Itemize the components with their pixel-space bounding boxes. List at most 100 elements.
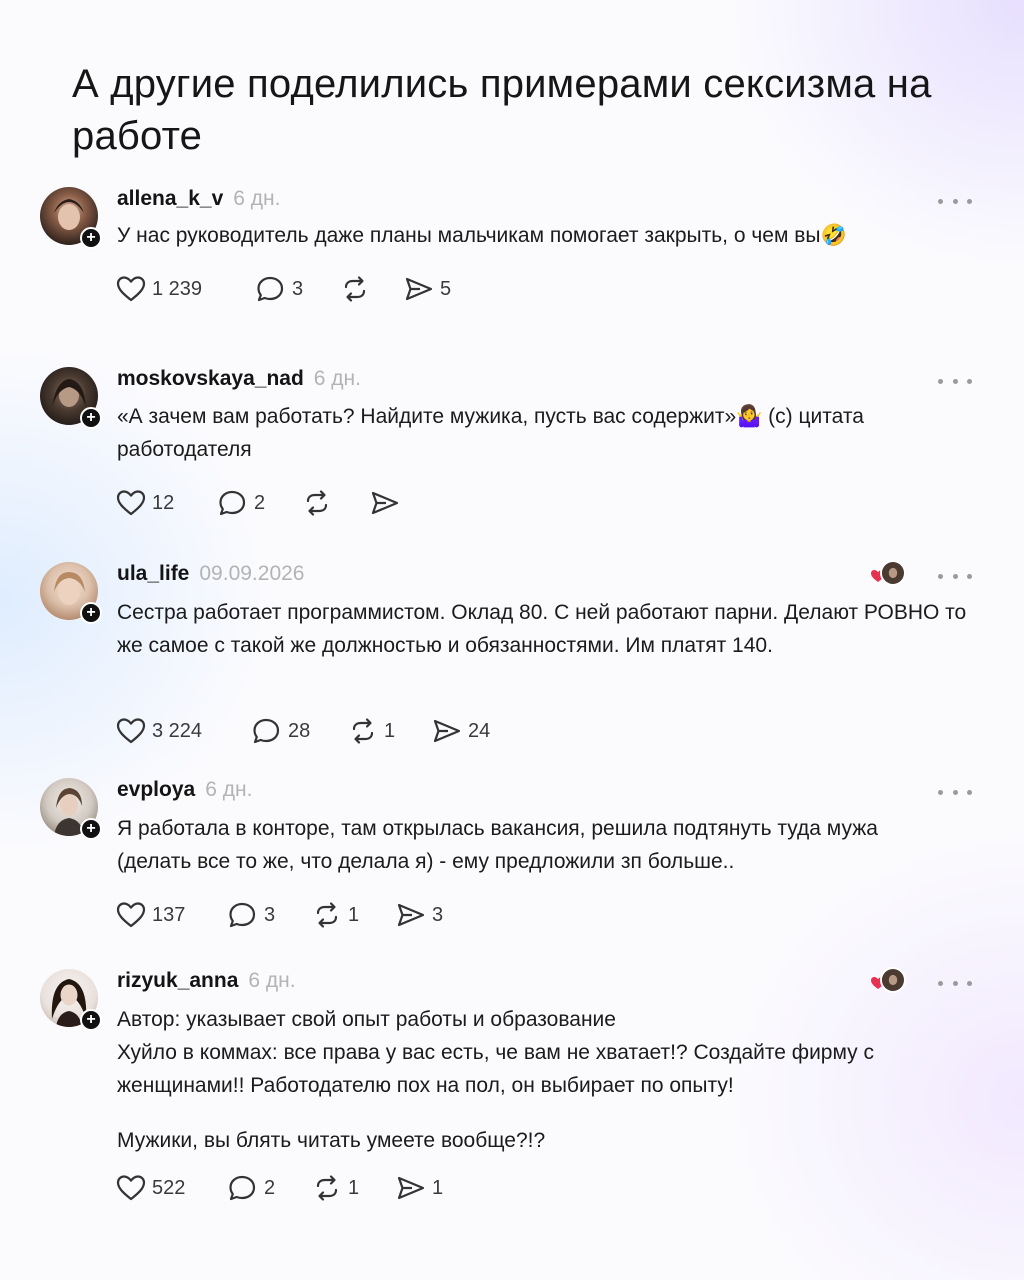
repost-count: 1 (348, 1176, 360, 1199)
repost-button[interactable] (302, 488, 338, 518)
comment-icon (229, 1175, 256, 1201)
username[interactable]: evploya (117, 778, 195, 802)
avatar[interactable]: + (40, 367, 102, 429)
repost-icon (316, 1175, 338, 1201)
repost-icon (316, 902, 338, 928)
post-header: evploya 6 дн. (117, 778, 252, 808)
like-button[interactable]: 3 224 (116, 716, 202, 746)
share-button[interactable]: 3 (396, 900, 443, 930)
share-button[interactable] (370, 488, 406, 518)
author-avatar-mini (880, 967, 906, 993)
follow-plus-icon[interactable]: + (80, 227, 102, 249)
username[interactable]: moskovskaya_nad (117, 367, 304, 391)
follow-plus-icon[interactable]: + (80, 818, 102, 840)
post-paragraph: Автор: указывает свой опыт работы и обра… (117, 1008, 616, 1031)
repost-button[interactable]: 1 (312, 1173, 359, 1203)
username[interactable]: ula_life (117, 562, 189, 586)
avatar[interactable]: + (40, 187, 102, 249)
follow-plus-icon[interactable]: + (80, 1009, 102, 1031)
post-header: rizyuk_anna 6 дн. (117, 969, 296, 999)
heart-icon (116, 490, 146, 516)
post-time: 09.09.2026 (199, 562, 305, 585)
like-count: 12 (152, 491, 175, 514)
share-icon (397, 1176, 425, 1200)
like-count: 522 (152, 1176, 186, 1199)
comment-count: 3 (264, 903, 276, 926)
post-paragraph: Я работала в конторе, там открылась вака… (117, 817, 878, 873)
repost-button[interactable]: 1 (348, 716, 395, 746)
post-text: Сестра работает программистом. Оклад 80.… (117, 596, 967, 662)
post-time: 6 дн. (233, 187, 281, 210)
share-icon (371, 491, 399, 515)
post-header: allena_k_v 6 дн. (117, 187, 280, 217)
liked-by-author (870, 967, 910, 995)
comment-button[interactable]: 2 (218, 488, 265, 518)
comment-button[interactable]: 28 (252, 716, 310, 746)
comment-count: 3 (292, 277, 304, 300)
like-count: 1 239 (152, 277, 203, 300)
comment-button[interactable]: 3 (256, 274, 303, 304)
share-button[interactable]: 24 (432, 716, 490, 746)
post-actions: 12 2 (116, 488, 816, 518)
share-count: 1 (432, 1176, 444, 1199)
repost-icon (306, 490, 328, 516)
share-button[interactable]: 1 (396, 1173, 443, 1203)
username[interactable]: allena_k_v (117, 187, 223, 211)
post-paragraph: У нас руководитель даже планы мальчикам … (117, 224, 847, 247)
avatar[interactable]: + (40, 562, 102, 624)
comment-count: 2 (254, 491, 266, 514)
post-time: 6 дн. (313, 367, 361, 390)
share-icon (433, 719, 461, 743)
author-avatar-mini (880, 560, 906, 586)
like-count: 3 224 (152, 719, 203, 742)
like-button[interactable]: 522 (116, 1173, 185, 1203)
post-text: «А зачем вам работать? Найдите мужика, п… (117, 400, 917, 466)
post-header: ula_life 09.09.2026 (117, 562, 304, 592)
repost-button[interactable] (340, 274, 376, 304)
more-options-icon[interactable] (938, 371, 972, 391)
like-button[interactable]: 1 239 (116, 274, 202, 304)
heart-icon (116, 718, 146, 744)
post-actions: 3 224 28 1 24 (116, 716, 816, 746)
comment-button[interactable]: 3 (228, 900, 275, 930)
share-icon (397, 903, 425, 927)
heart-icon (116, 276, 146, 302)
follow-plus-icon[interactable]: + (80, 602, 102, 624)
avatar[interactable]: + (40, 778, 102, 840)
post-actions: 1 239 3 5 (116, 274, 816, 304)
more-options-icon[interactable] (938, 782, 972, 802)
post-text: У нас руководитель даже планы мальчикам … (117, 219, 977, 252)
repost-icon (344, 276, 366, 302)
more-options-icon[interactable] (938, 566, 972, 586)
follow-plus-icon[interactable]: + (80, 407, 102, 429)
liked-by-author (870, 560, 910, 588)
share-count: 3 (432, 903, 444, 926)
post-header: moskovskaya_nad 6 дн. (117, 367, 361, 397)
like-button[interactable]: 137 (116, 900, 185, 930)
comment-icon (219, 490, 246, 516)
page-title: А другие поделились примерами сексизма н… (72, 62, 932, 158)
comment-icon (229, 902, 256, 928)
heart-icon (116, 1175, 146, 1201)
heart-icon (116, 902, 146, 928)
like-count: 137 (152, 903, 186, 926)
comment-button[interactable]: 2 (228, 1173, 275, 1203)
post-paragraph: Сестра работает программистом. Оклад 80.… (117, 601, 967, 657)
like-button[interactable]: 12 (116, 488, 174, 518)
comment-icon (253, 718, 280, 744)
repost-count: 1 (384, 719, 396, 742)
repost-button[interactable]: 1 (312, 900, 359, 930)
avatar[interactable]: + (40, 969, 102, 1031)
share-count: 5 (440, 277, 452, 300)
repost-icon (352, 718, 374, 744)
repost-count: 1 (348, 903, 360, 926)
post-paragraph: Хуйло в коммах: все права у вас есть, че… (117, 1041, 874, 1097)
share-button[interactable]: 5 (404, 274, 451, 304)
more-options-icon[interactable] (938, 973, 972, 993)
post-paragraph: «А зачем вам работать? Найдите мужика, п… (117, 405, 864, 461)
share-count: 24 (468, 719, 491, 742)
post-actions: 522 2 1 1 (116, 1173, 816, 1203)
more-options-icon[interactable] (938, 191, 972, 211)
username[interactable]: rizyuk_anna (117, 969, 238, 993)
comment-count: 28 (288, 719, 311, 742)
